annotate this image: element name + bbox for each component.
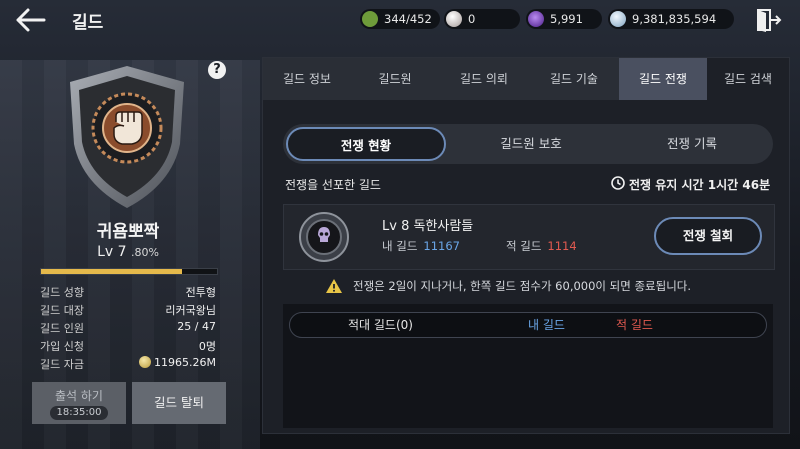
help-icon[interactable]: ? [208,61,226,79]
my-guild-label: 내 길드 [382,239,418,253]
page-title: 길드 [72,13,104,33]
resource-energy: 344/452 [360,9,440,29]
info-key: 길드 인원 [40,322,84,335]
opponent-guild-name: Lv 8 독한사람들 [382,219,474,234]
attend-label: 출석 하기 [55,389,103,403]
info-value: 25 / 47 [177,320,216,333]
energy-value: 344/452 [384,12,432,26]
resource-black-stone: 5,991 [526,9,602,29]
segment-member-protection[interactable]: 길드원 보호 [451,124,611,164]
pearl-icon [446,11,462,27]
war-segment-control: 전쟁 현황 길드원 보호 전쟁 기록 [283,124,773,164]
skull-emblem-icon [299,212,349,262]
guild-war-panel: 길드 정보 길드원 길드 의뢰 길드 기술 길드 전쟁 길드 검색 전쟁 현황 … [262,57,790,434]
resource-pearl: 0 [444,9,520,29]
tab-guild-quests[interactable]: 길드 의뢰 [439,58,529,100]
black-stone-value: 5,991 [550,12,583,26]
leave-guild-button[interactable]: 길드 탈퇴 [132,382,226,424]
my-guild-score-row: 내 길드 11167 [382,238,460,254]
black-stone-icon [528,11,544,27]
enemy-guild-score-row: 적 길드 1114 [506,238,577,254]
gold-coin-icon [139,356,152,368]
resource-silver: 9,381,835,594 [608,9,734,29]
info-key: 가입 신청 [40,340,84,353]
back-arrow-icon[interactable] [14,7,46,33]
header-hostile-guilds: 적대 길드(0) [348,318,413,332]
guild-level-label: Lv 7 [97,244,127,260]
exit-door-icon[interactable] [756,8,782,32]
enemy-guild-score: 1114 [547,239,577,253]
funds-value: 11965.26M [154,356,216,369]
segment-war-status[interactable]: 전쟁 현황 [286,127,446,161]
info-value: 리커국왕님 [165,304,216,317]
my-guild-score: 11167 [423,239,460,253]
withdraw-war-button[interactable]: 전쟁 철회 [654,217,762,255]
declared-guild-label: 전쟁을 선포한 길드 [285,178,381,192]
hostile-list-header: 적대 길드(0) 내 길드 적 길드 [289,312,767,338]
energy-icon [362,11,378,27]
info-key: 길드 성향 [40,286,84,299]
guild-level-percent: .80% [130,246,159,259]
tab-guild-skills[interactable]: 길드 기술 [529,58,619,100]
pearl-value: 0 [468,12,476,26]
silver-coin-icon [610,11,626,27]
info-value-funds: 11965.26M [139,356,216,369]
guild-level: Lv 7 .80% [0,244,256,260]
header-my-guild: 내 길드 [528,318,565,332]
info-key: 길드 자금 [40,358,84,371]
info-key: 길드 대장 [40,304,84,317]
tab-bar: 길드 정보 길드원 길드 의뢰 길드 기술 길드 전쟁 길드 검색 [263,58,789,100]
tab-guild-info[interactable]: 길드 정보 [263,58,351,100]
header-enemy-guild: 적 길드 [616,318,653,332]
war-duration: 전쟁 유지 시간 1시간 46분 [629,178,771,192]
tab-guild-war[interactable]: 길드 전쟁 [619,58,707,100]
fist-emblem-icon [70,66,184,208]
guild-xp-fill [41,269,182,274]
attend-button[interactable]: 출석 하기 18:35:00 [32,382,126,424]
opponent-card: Lv 8 독한사람들 내 길드 11167 적 길드 1114 전쟁 철회 [283,204,775,270]
warning-icon [326,279,342,293]
guild-name: 귀욤뽀짝 [96,222,160,242]
silver-value: 9,381,835,594 [632,12,717,26]
war-end-notice: 전쟁은 2일이 지나거나, 한쪽 길드 점수가 60,000이 되면 종료됩니다… [353,279,692,293]
segment-war-history[interactable]: 전쟁 기록 [613,124,771,164]
attend-timer: 18:35:00 [50,406,108,420]
tab-guild-search[interactable]: 길드 검색 [707,58,789,100]
clock-icon [611,176,625,190]
top-bar: 길드 344/452 0 5,991 9,381,835,594 [0,0,800,40]
info-value: 전투형 [185,286,216,299]
info-value: 0명 [198,340,216,353]
guild-xp-bar [40,268,218,275]
hostile-guild-list: 적대 길드(0) 내 길드 적 길드 [283,304,773,428]
tab-guild-members[interactable]: 길드원 [351,58,439,100]
enemy-guild-label: 적 길드 [506,239,542,253]
